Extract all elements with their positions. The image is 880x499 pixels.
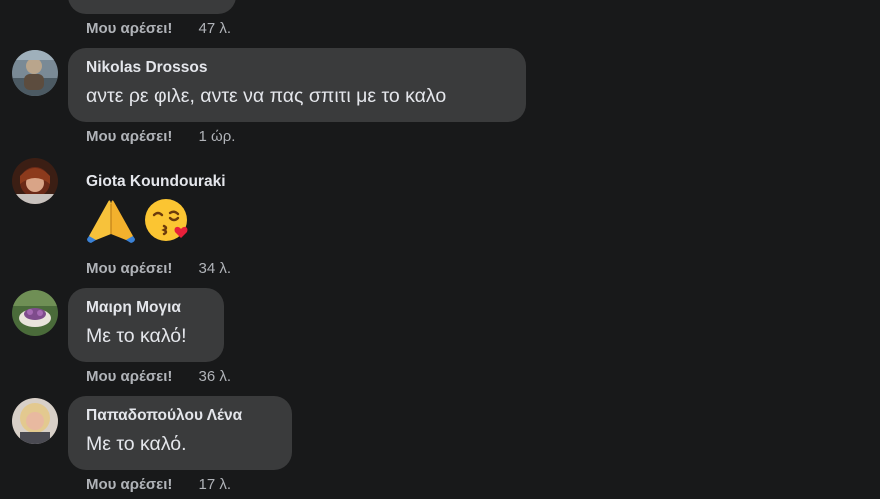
- comment-timestamp[interactable]: 47 λ.: [199, 20, 232, 37]
- comment-author[interactable]: Nikolas Drossos: [86, 58, 510, 78]
- comment-actions-top: Μου αρέσει! 47 λ.: [86, 20, 231, 38]
- comment-timestamp[interactable]: 34 λ.: [199, 260, 232, 277]
- comment-bubble-partial: [68, 0, 236, 14]
- comment-timestamp[interactable]: 1 ώρ.: [199, 128, 236, 145]
- comment-actions: Μου αρέσει! 34 λ.: [86, 260, 231, 278]
- comment-author[interactable]: Παπαδοπούλου Λένα: [86, 406, 276, 426]
- comments-feed: Μου αρέσει! 47 λ. Nikolas Drossos αντε ρ…: [0, 0, 880, 499]
- comment-text: Με το καλό.: [86, 433, 187, 455]
- like-button[interactable]: Μου αρέσει!: [86, 476, 172, 493]
- comment-text: Με το καλό!: [86, 325, 187, 347]
- comment-bubble: Παπαδοπούλου Λένα Με το καλό.: [68, 396, 292, 470]
- comment-timestamp[interactable]: 36 λ.: [199, 368, 232, 385]
- avatar-photo: [12, 290, 58, 336]
- avatar[interactable]: [12, 398, 58, 444]
- like-button[interactable]: Μου αρέσει!: [86, 20, 172, 37]
- comment-timestamp[interactable]: 17 λ.: [199, 476, 232, 493]
- comment-emojis: [86, 196, 192, 244]
- comment-actions: Μου αρέσει! 36 λ.: [86, 368, 231, 386]
- like-button[interactable]: Μου αρέσει!: [86, 368, 172, 385]
- like-button[interactable]: Μου αρέσει!: [86, 260, 172, 277]
- avatar-photo: [12, 50, 58, 96]
- avatar-photo: [12, 158, 58, 204]
- face-blowing-kiss-emoji: [145, 199, 188, 241]
- avatar[interactable]: [12, 158, 58, 204]
- comment-actions: Μου αρέσει! 17 λ.: [86, 476, 231, 494]
- folded-hands-emoji: [87, 200, 135, 243]
- comment-actions: Μου αρέσει! 1 ώρ.: [86, 128, 235, 146]
- comment-bubble: Nikolas Drossos αντε ρε φιλε, αντε να πα…: [68, 48, 526, 122]
- like-button[interactable]: Μου αρέσει!: [86, 128, 172, 145]
- avatar[interactable]: [12, 290, 58, 336]
- avatar-photo: [12, 398, 58, 444]
- comment-bubble: Μαιρη Μογια Με το καλό!: [68, 288, 224, 362]
- comment-text: αντε ρε φιλε, αντε να πας σπιτι με το κα…: [86, 85, 447, 107]
- comment-author[interactable]: Giota Koundouraki: [86, 172, 226, 192]
- avatar[interactable]: [12, 50, 58, 96]
- comment-author[interactable]: Μαιρη Μογια: [86, 298, 208, 318]
